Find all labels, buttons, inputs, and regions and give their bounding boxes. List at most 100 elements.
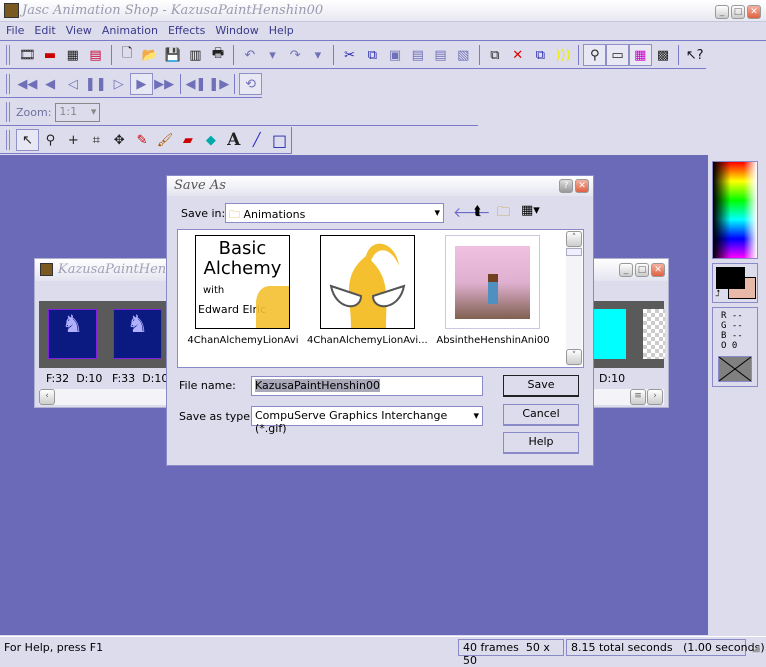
menu-effects[interactable]: Effects (164, 22, 209, 39)
frame-thumbnail[interactable] (594, 309, 626, 359)
fill-tool-icon[interactable]: ◆ (199, 129, 222, 151)
loop-icon[interactable]: ⟲ (239, 73, 262, 95)
animation-wizard-icon[interactable]: 🎞 (16, 44, 39, 66)
child-maximize-button[interactable]: □ (635, 263, 649, 277)
transitions-icon[interactable]: ))) (552, 44, 575, 66)
prev-frame-icon[interactable]: ◀ (39, 73, 62, 95)
arrow-tool-icon[interactable]: ↖ (16, 129, 39, 151)
step-back-icon[interactable]: ◀❚ (185, 73, 208, 95)
toolbar-grip[interactable] (6, 102, 10, 122)
rectangle-tool-icon[interactable]: □ (268, 129, 291, 151)
undo-icon[interactable]: ↶ (238, 44, 261, 66)
paste-new-icon[interactable]: ▣ (384, 44, 407, 66)
file-thumbnail[interactable]: Basic Alchemy with Edward Elric (195, 235, 290, 329)
scroll-thumb[interactable] (566, 248, 582, 256)
toolbar-grip[interactable] (6, 45, 10, 65)
palette-icon[interactable]: ▦ (628, 44, 652, 66)
menu-animation[interactable]: Animation (98, 22, 162, 39)
text-tool-icon[interactable]: A (222, 129, 245, 151)
maximize-button[interactable]: □ (731, 5, 745, 19)
context-help-icon[interactable]: ↖? (683, 44, 706, 66)
close-button[interactable]: ✕ (747, 5, 761, 19)
copy-frames-icon[interactable]: ⧉ (529, 44, 552, 66)
resize-grip-icon[interactable]: ◢ (752, 643, 760, 654)
menu-view[interactable]: View (62, 22, 96, 39)
new-folder-icon[interactable]: 🗀 (497, 203, 510, 225)
scroll-down-button[interactable]: ˅ (566, 349, 582, 365)
vertical-scrollbar[interactable]: ˄ ˅ (566, 231, 582, 366)
prev-icon[interactable]: ◁ (62, 73, 85, 95)
new-icon[interactable]: 🗋 (116, 44, 139, 66)
zoom-select[interactable]: 1:1 ▾ (55, 102, 101, 122)
paste-after-icon[interactable]: ▤ (406, 44, 429, 66)
first-frame-icon[interactable]: ◀◀ (16, 73, 39, 95)
save-in-select[interactable]: 🗀 Animations ▾ (225, 203, 444, 223)
menu-edit[interactable]: Edit (30, 22, 59, 39)
save-as-type-select[interactable]: CompuServe Graphics Interchange (*.gif) ▾ (251, 406, 483, 435)
duplicate-icon[interactable]: ⧉ (484, 44, 507, 66)
print-icon[interactable]: 🖶 (207, 44, 230, 66)
toolbar-grip[interactable] (6, 74, 10, 94)
toolbar-grip[interactable] (6, 130, 10, 150)
crosshair-tool-icon[interactable]: + (62, 129, 85, 151)
scroll-up-button[interactable]: ˄ (566, 231, 582, 247)
paste-before-icon[interactable]: ▤ (429, 44, 452, 66)
back-icon[interactable]: 🡐 (453, 204, 491, 221)
help-button[interactable]: Help (503, 432, 579, 454)
child-minimize-button[interactable]: _ (619, 263, 633, 277)
no-color-icon[interactable] (718, 356, 752, 382)
optimization-wizard-icon[interactable]: ▦ (61, 44, 84, 66)
color-picker[interactable] (712, 161, 758, 259)
line-tool-icon[interactable]: ╱ (245, 129, 268, 151)
save-frames-icon[interactable]: ▥ (184, 44, 207, 66)
file-name-input[interactable]: KazusaPaintHenshin00 (251, 376, 483, 396)
save-icon[interactable]: 💾 (161, 44, 184, 66)
pause-icon[interactable]: ❚❚ (84, 73, 107, 95)
menu-window[interactable]: Window (211, 22, 262, 39)
swap-colors-icon[interactable]: ⮥ (715, 289, 720, 299)
last-frame-icon[interactable]: ▶▶ (153, 73, 176, 95)
step-forward-icon[interactable]: ❚▶ (207, 73, 230, 95)
undo-dropdown-icon[interactable]: ▾ (261, 44, 284, 66)
play-icon[interactable]: ▶ (129, 73, 153, 95)
file-name-caption[interactable]: 4ChanAlchemyLionAvi... (307, 335, 428, 346)
properties-icon[interactable]: ▭ (606, 44, 629, 66)
scroll-right-button[interactable]: › (647, 389, 663, 405)
menu-help[interactable]: Help (265, 22, 298, 39)
frame-thumbnail[interactable] (643, 309, 665, 359)
preview-icon[interactable]: ⚲ (583, 44, 607, 66)
foreground-color-swatch[interactable] (716, 267, 745, 289)
export-icon[interactable]: ▤ (84, 44, 107, 66)
eraser-tool-icon[interactable]: ▰ (176, 129, 199, 151)
redo-dropdown-icon[interactable]: ▾ (307, 44, 330, 66)
file-name-caption[interactable]: 4ChanAlchemyLionAvi (183, 335, 303, 346)
zoom-tool-icon[interactable]: ⚲ (39, 129, 62, 151)
next-icon[interactable]: ▷ (107, 73, 130, 95)
film-strip-icon[interactable]: ▩ (652, 44, 675, 66)
delete-frames-icon[interactable]: ✕ (506, 44, 529, 66)
cut-icon[interactable]: ✂ (338, 44, 361, 66)
file-name-caption[interactable]: AbsintheHenshinAni00 (433, 335, 553, 346)
open-icon[interactable]: 📂 (139, 44, 162, 66)
banner-wizard-icon[interactable]: ▬ (39, 44, 62, 66)
dropper-tool-icon[interactable]: ✎ (131, 129, 154, 151)
menu-file[interactable]: File (2, 22, 28, 39)
minimize-button[interactable]: _ (715, 5, 729, 19)
paste-into-icon[interactable]: ▧ (452, 44, 475, 66)
copy-icon[interactable]: ⧉ (361, 44, 384, 66)
file-thumbnail[interactable] (445, 235, 540, 329)
frame-thumbnail[interactable]: ♞ (113, 309, 162, 359)
dialog-close-button[interactable]: ✕ (575, 179, 589, 193)
cancel-button[interactable]: Cancel (503, 404, 579, 426)
dialog-help-button[interactable]: ? (559, 179, 573, 193)
brush-tool-icon[interactable]: 🖌 (154, 129, 177, 151)
view-menu-icon[interactable]: ▦▾ (521, 203, 540, 218)
save-button[interactable]: Save (503, 375, 579, 397)
frame-thumbnail[interactable]: ♞ (48, 309, 97, 359)
scroll-thumb[interactable]: ≡ (630, 389, 646, 405)
scroll-left-button[interactable]: ‹ (39, 389, 55, 405)
move-tool-icon[interactable]: ✥ (108, 129, 131, 151)
up-folder-icon[interactable]: ⮬ (474, 204, 482, 219)
child-close-button[interactable]: ✕ (651, 263, 665, 277)
file-thumbnail[interactable] (320, 235, 415, 329)
